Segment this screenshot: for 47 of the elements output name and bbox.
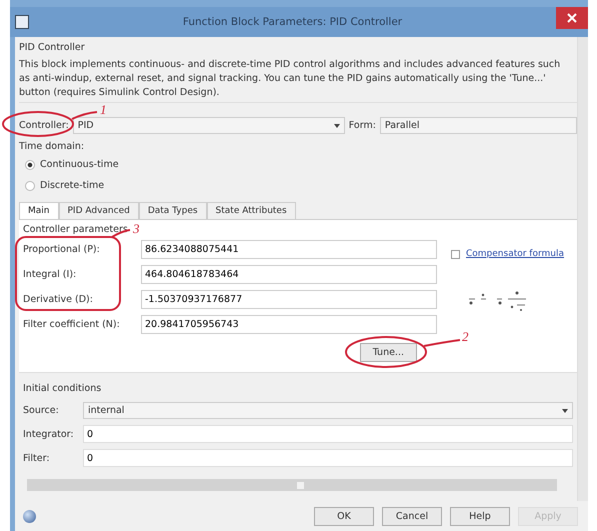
block-description: This block implements continuous- and discrete-time PID control algorithms and includes advanced features such as anti-windup, external reset, and signal tracking. You can tune the PID gains automatically using the 'Tune...' button (requires Simulink Control Design).	[19, 55, 577, 103]
integrator-label: Integrator:	[23, 428, 75, 440]
controller-label: Controller:	[19, 120, 69, 131]
parameter-label: Derivative (D):	[23, 294, 94, 305]
filter-field[interactable]: 0	[83, 449, 573, 467]
horizontal-scrollbar[interactable]	[27, 479, 557, 491]
radio-option[interactable]: Continuous-time	[19, 154, 577, 175]
annotation-number: 3	[133, 222, 140, 235]
dropdown-arrow-icon	[334, 124, 340, 128]
source-dropdown[interactable]: internal	[83, 402, 573, 419]
help-icon[interactable]	[23, 510, 36, 522]
radio-option[interactable]: Discrete-time	[19, 175, 577, 196]
filter-label: Filter:	[23, 452, 51, 464]
tab[interactable]: State Attributes	[206, 202, 296, 219]
annotation-number: 2	[462, 330, 468, 343]
time-domain-label: Time domain:	[19, 140, 84, 154]
tab[interactable]: Main	[19, 202, 58, 219]
dropdown-arrow-icon	[562, 408, 568, 412]
app-icon	[15, 15, 29, 29]
dialog-button[interactable]: Cancel	[382, 506, 442, 526]
form-label: Form:	[348, 120, 376, 131]
parameter-label: Proportional (P):	[23, 244, 101, 255]
parameter-field[interactable]: 464.804618783464	[141, 265, 437, 284]
parameter-label: Filter coefficient (N):	[23, 319, 121, 330]
annotation-number: 1	[100, 103, 106, 116]
source-label: Source:	[23, 405, 60, 416]
controller-dropdown[interactable]: PID	[72, 117, 345, 134]
close-icon	[567, 13, 577, 23]
checkbox[interactable]	[451, 250, 460, 258]
section-heading: Controller parameters	[23, 223, 128, 237]
block-name: PID Controller	[19, 41, 85, 55]
parameter-field[interactable]: -1.50370937176877	[141, 290, 437, 309]
compensator-formula-link[interactable]: Compensator formula	[466, 249, 564, 259]
parameter-field[interactable]: 86.6234088075441	[141, 240, 437, 259]
vertical-scrollbar[interactable]	[577, 37, 588, 501]
parameter-label: Integral (I):	[23, 269, 78, 280]
window-title: Function Block Parameters: PID Controller	[182, 16, 404, 28]
form-dropdown[interactable]: Parallel	[380, 117, 577, 134]
dialog-button[interactable]: OK	[314, 506, 374, 526]
integrator-field[interactable]: 0	[83, 425, 573, 443]
tab[interactable]: Data Types	[138, 202, 207, 219]
section-heading: Initial conditions	[23, 382, 102, 396]
tab[interactable]: PID Advanced	[58, 202, 139, 219]
tune-button[interactable]: Tune...	[360, 343, 417, 362]
close-button[interactable]	[556, 7, 588, 29]
dialog-button[interactable]: Help	[450, 506, 510, 526]
parameter-field[interactable]: 20.9841705956743	[141, 315, 437, 334]
